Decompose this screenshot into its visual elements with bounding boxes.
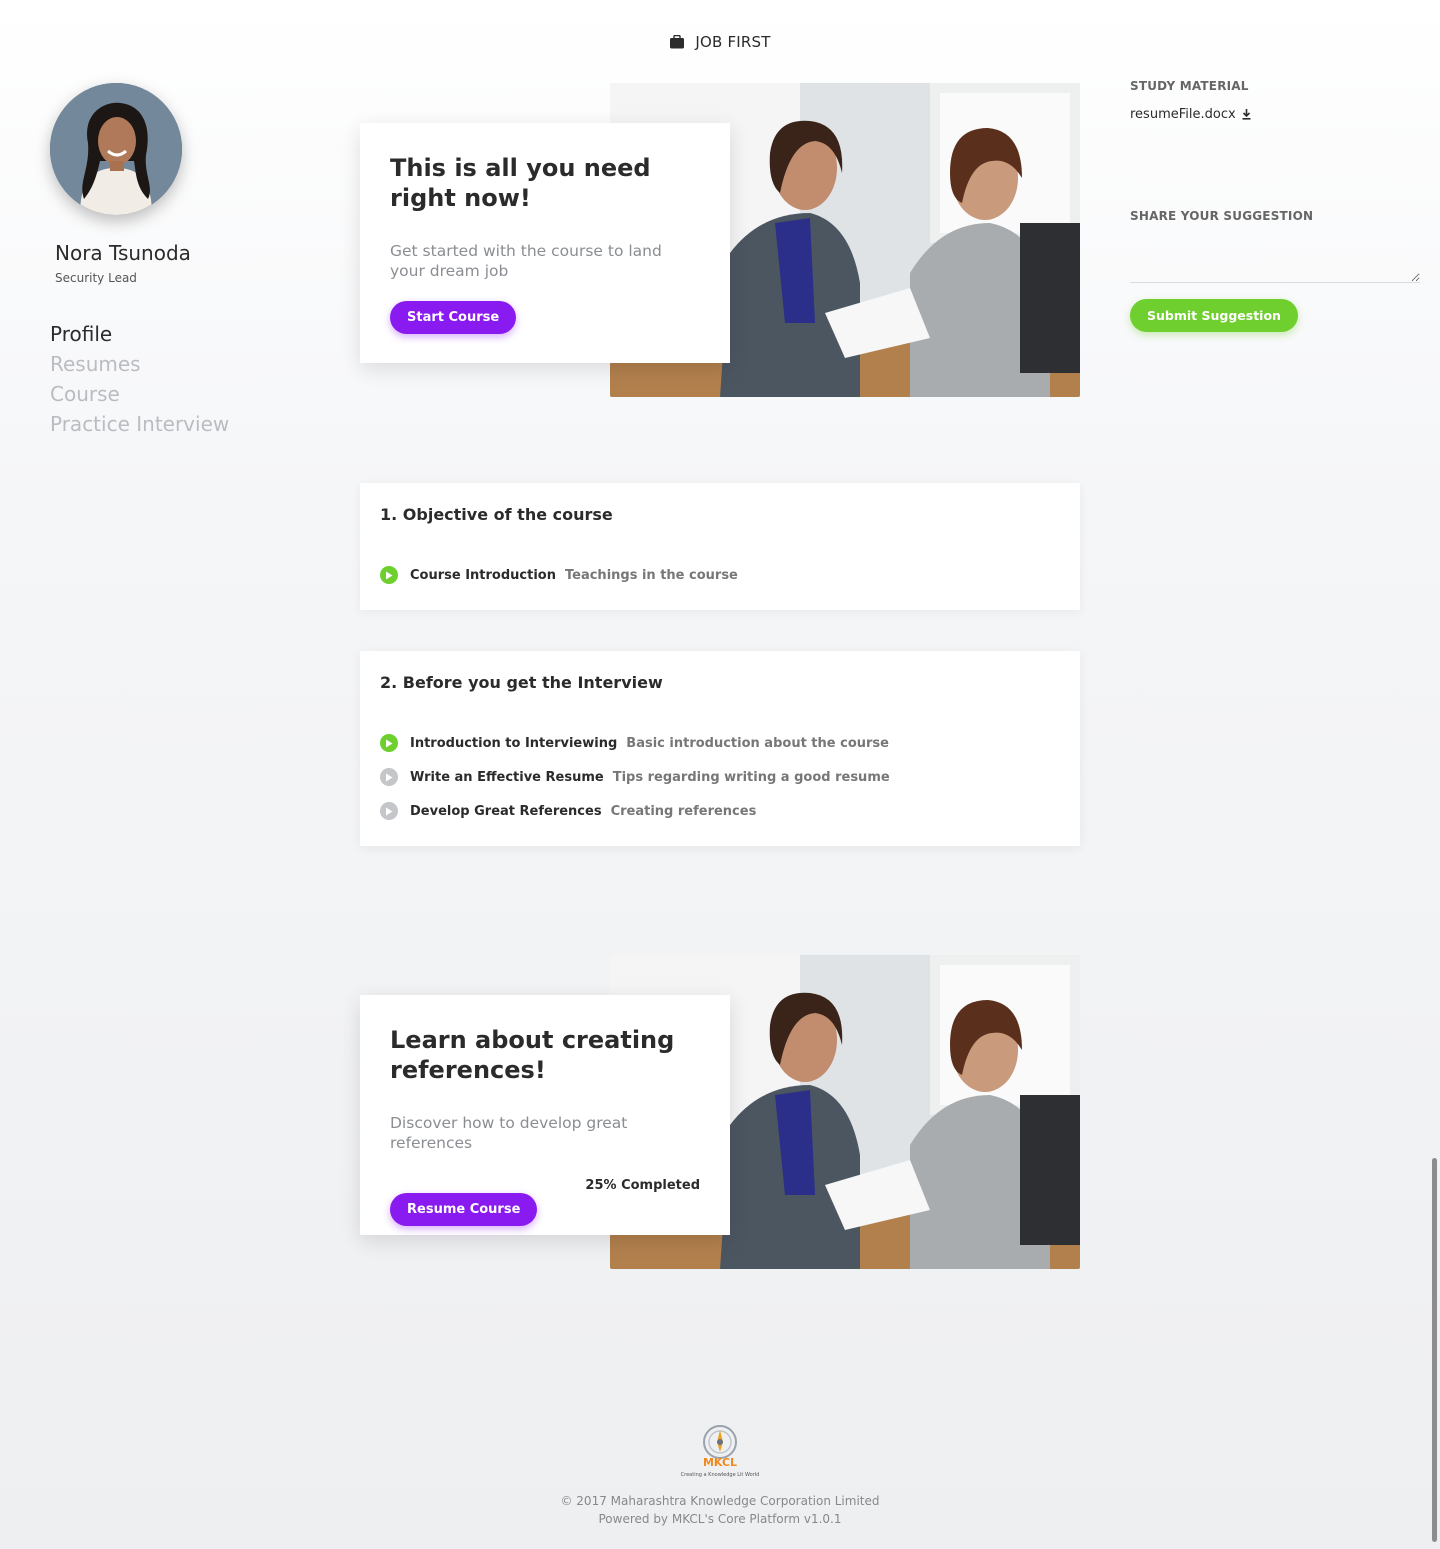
download-icon[interactable] [1242, 109, 1251, 120]
avatar[interactable] [50, 83, 182, 215]
sidebar-nav: Profile Resumes Course Practice Intervie… [50, 319, 229, 439]
play-icon[interactable] [380, 802, 398, 820]
sidebar-item-resumes[interactable]: Resumes [50, 349, 229, 379]
lesson-description: Basic introduction about the course [626, 735, 889, 751]
footer-copyright: © 2017 Maharashtra Knowledge Corporation… [560, 1494, 880, 1508]
resume-title: Learn about creating references! [390, 1026, 675, 1084]
resume-card: Learn about creating references! Discove… [360, 995, 730, 1235]
briefcase-icon [670, 35, 685, 49]
resume-course-button[interactable]: Resume Course [390, 1193, 538, 1226]
lesson-list: Course Introduction Teachings in the cou… [380, 558, 1060, 592]
progress-text: 25% Completed [585, 1178, 700, 1193]
lesson-item[interactable]: Write an Effective Resume Tips regarding… [380, 760, 1060, 794]
user-role: Security Lead [55, 271, 137, 285]
suggestion-label: SHARE YOUR SUGGESTION [1130, 209, 1314, 223]
sidebar-item-course[interactable]: Course [50, 379, 229, 409]
avatar-photo [50, 83, 182, 215]
lesson-title[interactable]: Introduction to Interviewing [410, 736, 617, 751]
module-card-objective: 1. Objective of the course Course Introd… [360, 483, 1080, 610]
module-title: 1. Objective of the course [380, 505, 613, 524]
lesson-description: Tips regarding writing a good resume [612, 769, 890, 785]
hero-subtitle: Get started with the course to land your… [390, 242, 662, 280]
play-icon[interactable] [380, 768, 398, 786]
mkcl-logo: MKCL Creating a Knowledge Lit World [679, 1424, 761, 1484]
resume-subtitle: Discover how to develop great references [390, 1114, 628, 1152]
module-title: 2. Before you get the Interview [380, 673, 663, 692]
page-scrollbar[interactable] [1432, 1158, 1437, 1542]
play-icon[interactable] [380, 566, 398, 584]
lesson-description: Teachings in the course [565, 567, 738, 583]
lesson-description: Creating references [610, 803, 757, 819]
lesson-item[interactable]: Introduction to Interviewing Basic intro… [380, 726, 1060, 760]
file-name[interactable]: resumeFile.docx [1130, 107, 1236, 122]
hero-card: This is all you need right now! Get star… [360, 123, 730, 363]
lesson-title[interactable]: Develop Great References [410, 804, 602, 819]
logo-tagline: Creating a Knowledge Lit World [680, 1472, 760, 1478]
user-name: Nora Tsunoda [55, 241, 191, 265]
suggestion-input[interactable] [1130, 238, 1420, 283]
hero-title: This is all you need right now! [390, 154, 651, 212]
lesson-item[interactable]: Course Introduction Teachings in the cou… [380, 558, 1060, 592]
lesson-item[interactable]: Develop Great References Creating refere… [380, 794, 1060, 828]
play-icon[interactable] [380, 734, 398, 752]
study-material-file[interactable]: resumeFile.docx [1130, 107, 1251, 122]
footer-powered: Powered by MKCL's Core Platform v1.0.1 [598, 1512, 842, 1526]
module-card-before-interview: 2. Before you get the Interview Introduc… [360, 651, 1080, 846]
study-material-label: STUDY MATERIAL [1130, 79, 1249, 93]
lesson-title[interactable]: Course Introduction [410, 568, 556, 583]
logo-text: MKCL [702, 1456, 738, 1469]
submit-suggestion-button[interactable]: Submit Suggestion [1130, 299, 1298, 332]
brand-name[interactable]: JOB FIRST [695, 33, 770, 51]
sidebar-item-practice-interview[interactable]: Practice Interview [50, 409, 229, 439]
lesson-title[interactable]: Write an Effective Resume [410, 770, 604, 785]
app-header: JOB FIRST [0, 30, 1440, 54]
sidebar-item-profile[interactable]: Profile [50, 319, 229, 349]
start-course-button[interactable]: Start Course [390, 301, 517, 334]
lesson-list: Introduction to Interviewing Basic intro… [380, 726, 1060, 828]
